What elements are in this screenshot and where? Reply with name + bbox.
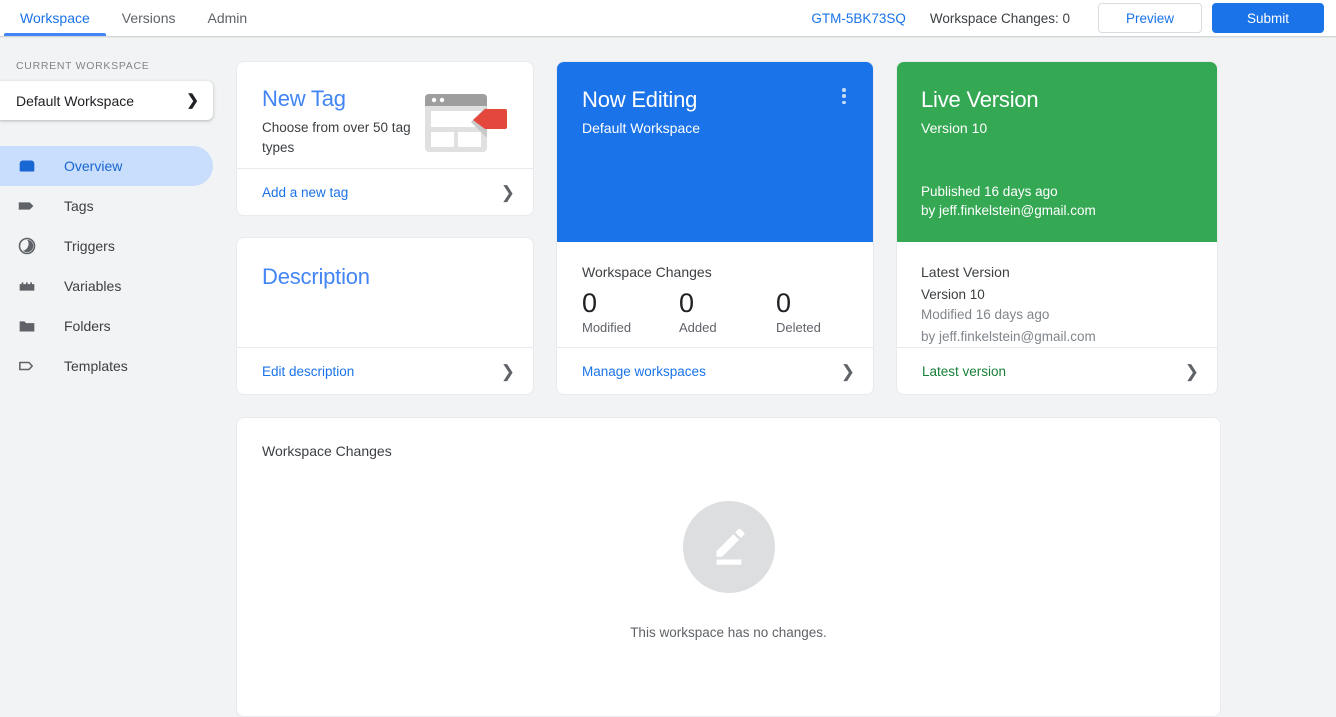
new-tag-card-body: New Tag Choose from over 50 tag types — [237, 62, 533, 161]
sidebar-item-overview-label: Overview — [64, 158, 123, 174]
manage-workspaces-link[interactable]: Manage workspaces ❯ — [557, 347, 873, 394]
sidebar-item-triggers-label: Triggers — [64, 238, 115, 254]
tab-workspace-label: Workspace — [20, 10, 90, 26]
counter-modified-value: 0 — [582, 288, 598, 318]
tag-icon — [16, 195, 38, 217]
counter-added-value: 0 — [679, 288, 695, 318]
now-editing-title: Now Editing — [582, 87, 698, 112]
main-content: New Tag Choose from over 50 tag types Ad… — [236, 38, 1336, 717]
edit-pencil-icon — [682, 501, 775, 593]
workspace-selector-name: Default Workspace — [16, 92, 135, 109]
workspace-changes-count: Workspace Changes: 0 — [929, 10, 1070, 26]
tab-admin[interactable]: Admin — [191, 0, 263, 36]
latest-version-link[interactable]: Latest version ❯ — [897, 347, 1217, 394]
top-bar: Workspace Versions Admin GTM-5BK73SQ Wor… — [0, 0, 1336, 36]
add-new-tag-label: Add a new tag — [262, 184, 349, 200]
sidebar-item-variables-label: Variables — [64, 278, 122, 294]
variables-icon — [16, 275, 38, 297]
sidebar-item-templates[interactable]: Templates — [0, 346, 213, 386]
sidebar-item-folders[interactable]: Folders — [0, 306, 213, 346]
empty-state: This workspace has no changes. — [237, 501, 1220, 640]
counter-deleted-label: Deleted — [776, 320, 821, 335]
workspace-changes-panel: Workspace Changes This workspace has no … — [236, 417, 1221, 717]
tab-versions[interactable]: Versions — [106, 0, 192, 36]
trigger-icon — [16, 235, 38, 257]
now-editing-workspace-name: Default Workspace — [582, 120, 701, 136]
sidebar-item-tags-label: Tags — [64, 198, 94, 214]
current-workspace-label: CURRENT WORKSPACE — [16, 60, 150, 72]
workspace-icon — [16, 155, 38, 177]
sidebar-item-triggers[interactable]: Triggers — [0, 226, 213, 266]
main-tabs: Workspace Versions Admin — [0, 0, 263, 36]
container-id-link[interactable]: GTM-5BK73SQ — [811, 11, 906, 26]
preview-button-label: Preview — [1125, 10, 1174, 26]
browser-window-with-tag-icon — [423, 90, 509, 161]
edit-description-link[interactable]: Edit description ❯ — [237, 347, 533, 394]
manage-workspaces-label: Manage workspaces — [582, 363, 706, 379]
workspace-change-counters: 0 Modified 0 Added 0 Deleted — [557, 280, 873, 335]
description-card: Description Edit description ❯ — [236, 237, 534, 395]
sidebar-item-overview[interactable]: Overview — [0, 146, 213, 186]
sidebar: CURRENT WORKSPACE Default Workspace ❯ Ov… — [0, 38, 236, 632]
counter-modified: 0 Modified — [582, 284, 679, 335]
chevron-right-icon: ❯ — [186, 92, 199, 109]
tab-admin-label: Admin — [207, 10, 248, 26]
workspace-changes-panel-title: Workspace Changes — [262, 443, 392, 459]
sidebar-item-folders-label: Folders — [64, 318, 111, 334]
workspace-changes-title: Workspace Changes — [582, 264, 712, 280]
new-tag-title: New Tag — [262, 86, 346, 111]
empty-state-text: This workspace has no changes. — [630, 625, 827, 640]
chevron-right-icon: ❯ — [840, 361, 855, 381]
chevron-right-icon: ❯ — [1184, 361, 1199, 381]
counter-added-label: Added — [679, 320, 717, 335]
workspace-selector[interactable]: Default Workspace ❯ — [0, 81, 213, 120]
latest-version-link-label: Latest version — [922, 363, 1007, 379]
live-version-published-meta: Published 16 days ago by jeff.finkelstei… — [921, 182, 1096, 220]
live-version-title: Live Version — [921, 87, 1039, 112]
now-editing-card: Now Editing Default Workspace Workspace … — [556, 61, 874, 395]
sidebar-item-templates-label: Templates — [64, 358, 128, 374]
folder-icon — [16, 315, 38, 337]
preview-button[interactable]: Preview — [1098, 3, 1202, 33]
submit-button-label: Submit — [1246, 10, 1290, 26]
live-version-card: Live Version Version 10 Published 16 day… — [896, 61, 1218, 395]
submit-button[interactable]: Submit — [1212, 3, 1324, 33]
tab-versions-label: Versions — [121, 10, 176, 26]
top-bar-actions: GTM-5BK73SQ Workspace Changes: 0 Preview… — [811, 0, 1336, 36]
latest-version-author: by jeff.finkelstein@gmail.com — [921, 329, 1096, 344]
new-tag-subtitle: Choose from over 50 tag types — [262, 120, 411, 155]
tab-workspace[interactable]: Workspace — [4, 0, 106, 36]
live-version-header: Live Version Version 10 Published 16 day… — [897, 62, 1217, 242]
live-version-published-date: Published 16 days ago — [921, 184, 1058, 199]
counter-deleted: 0 Deleted — [776, 284, 873, 335]
live-version-published-author: by jeff.finkelstein@gmail.com — [921, 203, 1096, 218]
live-version-number: Version 10 — [921, 120, 988, 136]
chevron-right-icon: ❯ — [500, 361, 515, 381]
latest-version-number: Version 10 — [921, 287, 985, 302]
sidebar-nav: Overview Tags Triggers Variables Folders… — [0, 146, 236, 386]
sidebar-item-tags[interactable]: Tags — [0, 186, 213, 226]
latest-version-title: Latest Version — [921, 264, 1010, 280]
now-editing-header: Now Editing Default Workspace — [557, 62, 873, 242]
counter-added: 0 Added — [679, 284, 776, 335]
latest-version-modified: Modified 16 days ago — [921, 307, 1050, 322]
add-new-tag-link[interactable]: Add a new tag ❯ — [237, 168, 533, 215]
template-icon — [16, 355, 38, 377]
edit-description-label: Edit description — [262, 363, 355, 379]
counter-modified-label: Modified — [582, 320, 632, 335]
kebab-menu-icon[interactable] — [835, 86, 853, 106]
sidebar-item-variables[interactable]: Variables — [0, 266, 213, 306]
new-tag-card: New Tag Choose from over 50 tag types Ad… — [236, 61, 534, 216]
description-title: Description — [262, 264, 370, 289]
counter-deleted-value: 0 — [776, 288, 792, 318]
chevron-right-icon: ❯ — [500, 182, 515, 202]
new-tag-text: New Tag Choose from over 50 tag types — [262, 86, 412, 161]
